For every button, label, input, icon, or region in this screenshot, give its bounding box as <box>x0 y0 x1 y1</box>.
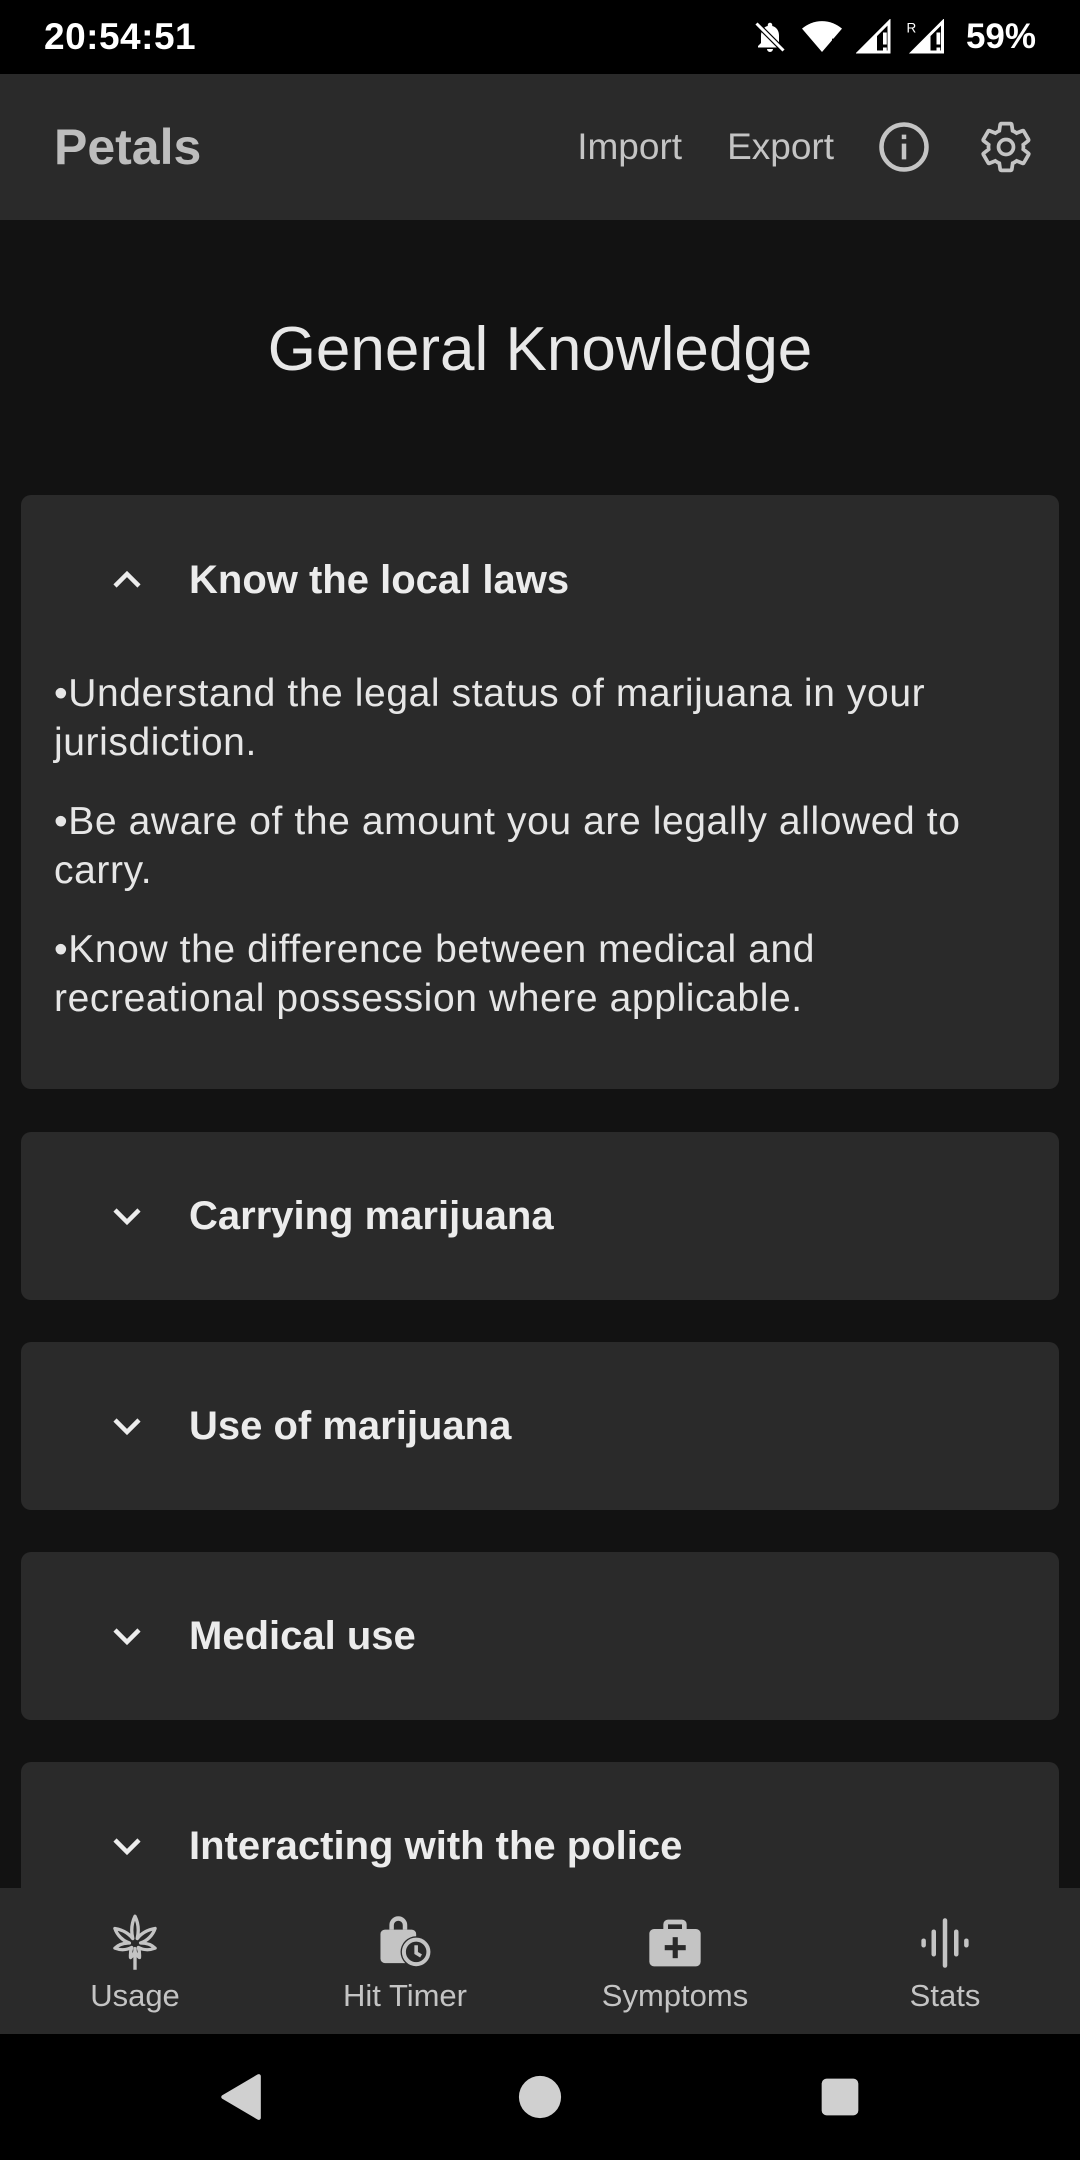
recents-button[interactable] <box>690 2077 990 2117</box>
app-title: Petals <box>54 119 202 175</box>
page-title: General Knowledge <box>267 315 813 384</box>
accordion-title: Carrying marijuana <box>189 1193 554 1238</box>
status-icons: R 59% <box>752 17 1036 57</box>
accordion-title: Know the local laws <box>189 557 570 602</box>
chevron-down-icon <box>105 1194 149 1238</box>
signal-icon <box>855 19 892 55</box>
nav-label: Hit Timer <box>343 1978 467 2013</box>
accordion-body: •Understand the legal status of marijuan… <box>21 665 1059 1023</box>
screen: 20:54:51 R 59% Petals Import Export Gene… <box>0 0 1080 2160</box>
app-bar: Petals Import Export <box>0 74 1080 220</box>
accordion-card-police: Interacting with the police <box>21 1762 1059 1888</box>
nav-item-stats[interactable]: Stats <box>810 1888 1080 2034</box>
bottom-navigation: Usage Hit Timer Symptoms Stats <box>0 1888 1080 2034</box>
nav-item-hit-timer[interactable]: Hit Timer <box>270 1888 540 2034</box>
bullet-item: •Understand the legal status of marijuan… <box>54 672 926 764</box>
accordion-header[interactable]: Medical use <box>21 1552 1059 1720</box>
nav-label: Stats <box>909 1978 981 2013</box>
back-icon <box>221 2074 261 2120</box>
accordion-title: Interacting with the police <box>189 1823 683 1868</box>
info-icon <box>879 122 929 172</box>
export-button[interactable]: Export <box>727 126 834 168</box>
info-button[interactable] <box>872 115 936 179</box>
nav-label: Symptoms <box>601 1978 749 2013</box>
signal-roaming-icon: R <box>906 19 946 55</box>
accordion-header[interactable]: Interacting with the police <box>21 1762 1059 1888</box>
status-bar: 20:54:51 R 59% <box>0 0 1080 74</box>
chevron-down-icon <box>105 1614 149 1658</box>
chevron-up-icon <box>105 558 149 602</box>
bullet-item: •Know the difference between medical and… <box>54 928 816 1020</box>
settings-button[interactable] <box>974 115 1038 179</box>
recents-icon <box>821 2078 859 2116</box>
wifi-icon <box>801 19 842 55</box>
accordion-card-use: Use of marijuana <box>21 1342 1059 1510</box>
accordion-header[interactable]: Know the local laws <box>21 495 1059 665</box>
accordion-title: Use of marijuana <box>189 1403 512 1448</box>
status-time: 20:54:51 <box>44 16 197 57</box>
main-content[interactable]: General Knowledge Know the local laws •U… <box>0 220 1080 1888</box>
accordion-card-carrying: Carrying marijuana <box>21 1132 1059 1300</box>
home-icon <box>518 2075 562 2119</box>
nav-item-usage[interactable]: Usage <box>0 1888 270 2034</box>
chevron-down-icon <box>105 1824 149 1868</box>
system-navigation-bar <box>0 2034 1080 2160</box>
bullet-item: •Be aware of the amount you are legally … <box>54 800 961 892</box>
back-button[interactable] <box>90 2072 390 2122</box>
accordion-title: Medical use <box>189 1613 416 1658</box>
nav-item-symptoms[interactable]: Symptoms <box>540 1888 810 2034</box>
chevron-down-icon <box>105 1404 149 1448</box>
import-button[interactable]: Import <box>577 126 682 168</box>
battery-percent: 59% <box>965 17 1036 56</box>
svg-text:R: R <box>906 21 916 36</box>
timer-bag-icon <box>376 1912 434 1974</box>
gear-icon <box>981 121 1031 173</box>
home-button[interactable] <box>390 2074 690 2120</box>
accordion-header[interactable]: Use of marijuana <box>21 1342 1059 1510</box>
app-bar-actions: Import Export <box>532 115 1031 179</box>
accordion-header[interactable]: Carrying marijuana <box>21 1132 1059 1300</box>
nav-label: Usage <box>90 1978 180 2013</box>
bars-icon <box>918 1912 972 1974</box>
accordion-card-medical: Medical use <box>21 1552 1059 1720</box>
notifications-off-icon <box>752 19 788 55</box>
accordion-card-local-laws: Know the local laws •Understand the lega… <box>21 495 1059 1089</box>
medical-kit-icon <box>647 1912 703 1974</box>
cannabis-leaf-icon <box>108 1912 162 1974</box>
